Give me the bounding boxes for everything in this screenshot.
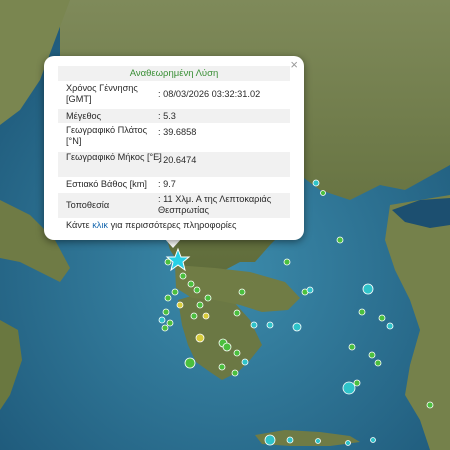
latitude-value: : 39.6858 [158, 127, 197, 137]
earthquake-marker[interactable] [176, 301, 184, 309]
earthquake-marker[interactable] [196, 301, 204, 309]
info-row-magnitude: Μέγεθος : 5.3 [58, 109, 290, 123]
more-info-suffix: για περισσότερες πληροφορίες [108, 220, 237, 230]
earthquake-marker[interactable] [231, 369, 239, 377]
more-info-link[interactable]: κλικ [92, 220, 108, 230]
earthquake-marker[interactable] [171, 288, 179, 296]
earthquake-marker[interactable] [179, 272, 187, 280]
earthquake-marker[interactable] [162, 308, 170, 316]
earthquake-marker[interactable] [166, 319, 174, 327]
info-row-latitude: Γεωγραφικό Πλάτος [°N] : 39.6858 [58, 125, 290, 150]
earthquake-marker[interactable] [190, 312, 198, 320]
earthquake-marker[interactable] [184, 357, 196, 369]
latitude-label: Γεωγραφικό Πλάτος [°N] [66, 125, 148, 146]
earthquake-marker[interactable] [264, 434, 276, 446]
earthquake-marker[interactable] [202, 312, 210, 320]
earthquake-marker[interactable] [241, 358, 249, 366]
earthquake-marker[interactable] [320, 190, 326, 196]
earthquake-info-popup: × Αναθεωρημένη Λύση Χρόνος Γέννησης [GMT… [44, 56, 304, 240]
popup-title: Αναθεωρημένη Λύση [58, 66, 290, 81]
earthquake-marker[interactable] [283, 258, 291, 266]
longitude-value: : 20.6474 [158, 155, 197, 165]
earthquake-marker[interactable] [353, 379, 361, 387]
earthquake-marker[interactable] [306, 286, 314, 294]
earthquake-marker[interactable] [286, 436, 294, 444]
earthquake-marker[interactable] [158, 316, 166, 324]
earthquake-marker[interactable] [233, 309, 241, 317]
earthquake-marker[interactable] [222, 342, 232, 352]
info-row-location: Τοποθεσία : 11 Χλμ. Α της Λεπτοκαριάς Θε… [58, 193, 290, 218]
focal-depth-label: Εστιακό Βάθος [km] [66, 179, 147, 189]
earthquake-marker[interactable] [378, 314, 386, 322]
earthquake-marker[interactable] [233, 349, 241, 357]
earthquake-marker[interactable] [368, 351, 376, 359]
location-value: : 11 Χλμ. Α της Λεπτοκαριάς Θεσπρωτίας [158, 194, 272, 215]
more-info-prefix: Κάντε [66, 220, 93, 230]
earthquake-marker[interactable] [195, 333, 205, 343]
earthquake-marker[interactable] [238, 288, 246, 296]
earthquake-marker[interactable] [386, 322, 394, 330]
earthquake-marker[interactable] [193, 286, 201, 294]
earthquake-marker[interactable] [266, 321, 274, 329]
earthquake-marker[interactable] [161, 324, 169, 332]
earthquake-marker[interactable] [187, 280, 195, 288]
more-info-text: Κάντε κλικ για περισσότερες πληροφορίες [66, 220, 236, 230]
earthquake-marker[interactable] [362, 283, 374, 295]
earthquake-marker[interactable] [370, 437, 376, 443]
info-row-longitude: Γεωγραφικό Μήκος [°E] : 20.6474 [58, 152, 290, 177]
earthquake-marker[interactable] [292, 322, 302, 332]
origin-time-label: Χρόνος Γέννησης [GMT] [66, 83, 138, 104]
magnitude-label: Μέγεθος [66, 111, 102, 121]
earthquake-marker[interactable] [426, 401, 434, 409]
focal-depth-value: : 9.7 [158, 179, 176, 189]
longitude-label: Γεωγραφικό Μήκος [°E] [66, 152, 162, 162]
location-label: Τοποθεσία [66, 200, 110, 210]
earthquake-marker[interactable] [250, 321, 258, 329]
earthquake-marker[interactable] [218, 363, 226, 371]
info-row-origin-time: Χρόνος Γέννησης [GMT] : 08/03/2026 03:32… [58, 83, 290, 108]
earthquake-marker[interactable] [315, 438, 321, 444]
earthquake-marker[interactable] [164, 294, 172, 302]
earthquake-marker[interactable] [312, 179, 320, 187]
close-icon[interactable]: × [290, 58, 298, 72]
earthquake-marker[interactable] [342, 381, 356, 395]
earthquake-marker[interactable] [204, 294, 212, 302]
earthquake-marker[interactable] [336, 236, 344, 244]
info-row-focal-depth: Εστιακό Βάθος [km] : 9.7 [58, 178, 290, 192]
origin-time-value: : 08/03/2026 03:32:31.02 [158, 89, 261, 99]
earthquake-marker[interactable] [348, 343, 356, 351]
earthquake-marker[interactable] [374, 359, 382, 367]
earthquake-marker[interactable] [345, 440, 351, 446]
earthquake-marker[interactable] [358, 308, 366, 316]
magnitude-value: : 5.3 [158, 111, 176, 121]
